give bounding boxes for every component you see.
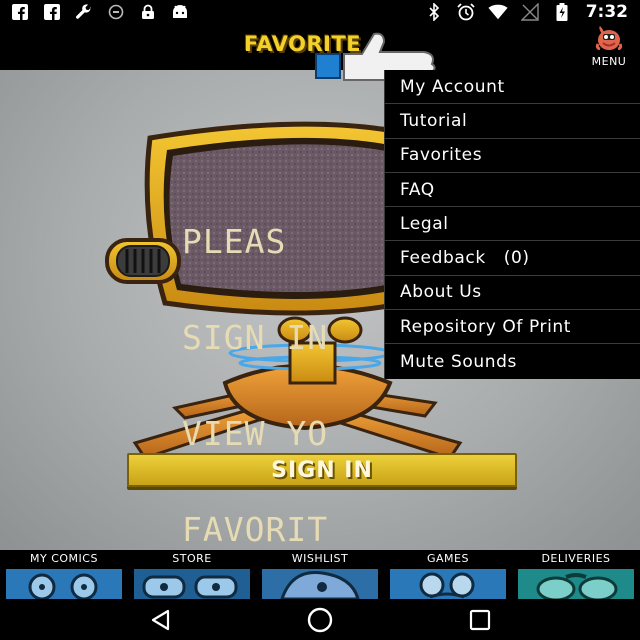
menu-item-repository-of-print[interactable]: Repository Of Print [385, 310, 640, 345]
status-left-icons [10, 3, 190, 21]
recents-button[interactable] [460, 605, 500, 635]
prompt-line: SIGN IN [182, 318, 329, 357]
tab-label: MY COMICS [30, 552, 98, 565]
home-button[interactable] [300, 605, 340, 635]
battery-icon [552, 3, 572, 21]
menu-button[interactable]: MENU [586, 26, 632, 68]
menu-item-about-us[interactable]: About Us [385, 276, 640, 311]
tab-thumbnail [6, 569, 122, 599]
signal-icon [520, 3, 540, 21]
tab-label: WISHLIST [291, 552, 349, 565]
prompt-line: PLEAS [182, 222, 287, 261]
back-button[interactable] [140, 605, 180, 635]
tab-deliveries[interactable]: DELIVERIES [512, 550, 640, 600]
mascot-icon [594, 26, 624, 54]
prompt-line: FAVORIT [182, 510, 329, 549]
menu-item-my-account[interactable]: My Account [385, 70, 640, 105]
menu-item-faq[interactable]: FAQ [385, 173, 640, 208]
facebook-icon [10, 3, 30, 21]
tab-games[interactable]: GAMES [384, 550, 512, 600]
tab-thumbnail [262, 569, 378, 599]
status-time: 7:32 [585, 2, 628, 22]
menu-label: MENU [591, 55, 627, 68]
home-icon [307, 607, 333, 633]
circle-icon [106, 3, 126, 21]
menu-item-legal[interactable]: Legal [385, 207, 640, 242]
facebook-icon [42, 3, 62, 21]
sign-in-label: SIGN IN [271, 457, 373, 483]
tab-label: DELIVERIES [541, 552, 611, 565]
tab-thumbnail [518, 569, 634, 599]
tab-wishlist[interactable]: WISHLIST [256, 550, 384, 600]
android-icon [170, 3, 190, 21]
sign-in-button[interactable]: SIGN IN [127, 453, 517, 487]
tab-thumbnail [134, 569, 250, 599]
tab-thumbnail [390, 569, 506, 599]
back-icon [151, 609, 170, 631]
alarm-icon [456, 3, 476, 21]
menu-item-tutorial[interactable]: Tutorial [385, 104, 640, 139]
menu-item-mute-sounds[interactable]: Mute Sounds [385, 344, 640, 378]
wrench-icon [74, 3, 94, 21]
navigation-bar [0, 600, 640, 640]
wifi-icon [488, 3, 508, 21]
status-right-icons: 7:32 [424, 2, 628, 22]
prompt-line: VIEW YO [182, 414, 329, 453]
recents-icon [469, 609, 491, 631]
dropdown-menu: My Account Tutorial Favorites FAQ Legal … [384, 70, 640, 379]
menu-item-feedback[interactable]: Feedback (0) [385, 241, 640, 276]
bottom-tab-bar: MY COMICS STORE WISHLIST GAMES DELIVERIE… [0, 550, 640, 600]
lock-icon [138, 3, 158, 21]
tab-label: STORE [172, 552, 212, 565]
tab-label: GAMES [427, 552, 469, 565]
tab-store[interactable]: STORE [128, 550, 256, 600]
sign-in-prompt-text: PLEAS SIGN IN VIEW YO FAVORIT [182, 162, 402, 550]
tab-my-comics[interactable]: MY COMICS [0, 550, 128, 600]
menu-item-favorites[interactable]: Favorites [385, 139, 640, 173]
bluetooth-icon [424, 3, 444, 21]
status-bar: 7:32 [0, 0, 640, 24]
